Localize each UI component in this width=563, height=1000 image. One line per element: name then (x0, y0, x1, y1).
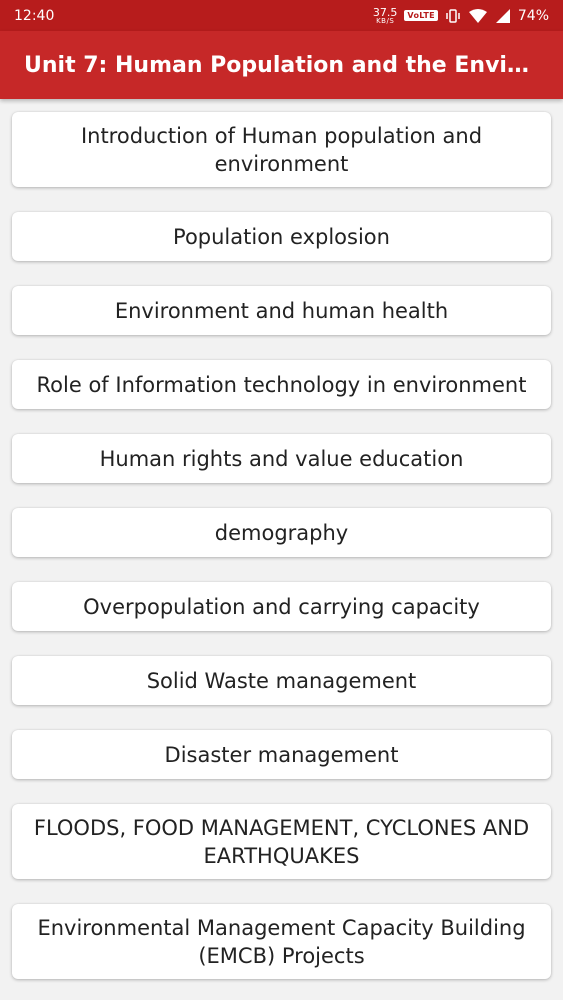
volte-badge: VoLTE (404, 10, 438, 21)
topic-card[interactable]: Solid Waste management (12, 656, 551, 705)
network-speed: 37.5 KB/S (373, 7, 398, 25)
topic-card[interactable]: Human rights and value education (12, 434, 551, 483)
page-title: Unit 7: Human Population and the Environ… (24, 52, 539, 78)
network-speed-value: 37.5 (372, 5, 398, 19)
topic-card[interactable]: Role of Information technology in enviro… (12, 360, 551, 409)
status-time: 12:40 (14, 7, 55, 24)
topic-card[interactable]: Introduction of Human population and env… (12, 112, 551, 187)
topic-card[interactable]: demography (12, 508, 551, 557)
topic-card[interactable]: Environment and human health (12, 286, 551, 335)
topic-list[interactable]: Introduction of Human population and env… (0, 99, 563, 1000)
signal-icon (495, 8, 511, 24)
topic-card[interactable]: FLOODS, FOOD MANAGEMENT, CYCLONES AND EA… (12, 804, 551, 879)
network-speed-unit: KB/S (376, 16, 395, 25)
vibrate-icon (445, 8, 461, 24)
status-bar: 12:40 37.5 KB/S VoLTE 74% (0, 0, 563, 31)
status-icons: 37.5 KB/S VoLTE 74% (373, 7, 549, 25)
topic-card[interactable]: Overpopulation and carrying capacity (12, 582, 551, 631)
topic-card[interactable]: Environmental Management Capacity Buildi… (12, 904, 551, 979)
battery-percentage: 74% (517, 7, 549, 24)
topic-card[interactable]: Disaster management (12, 730, 551, 779)
topic-card[interactable]: Population explosion (12, 212, 551, 261)
wifi-icon (468, 8, 488, 24)
app-bar: Unit 7: Human Population and the Environ… (0, 31, 563, 99)
